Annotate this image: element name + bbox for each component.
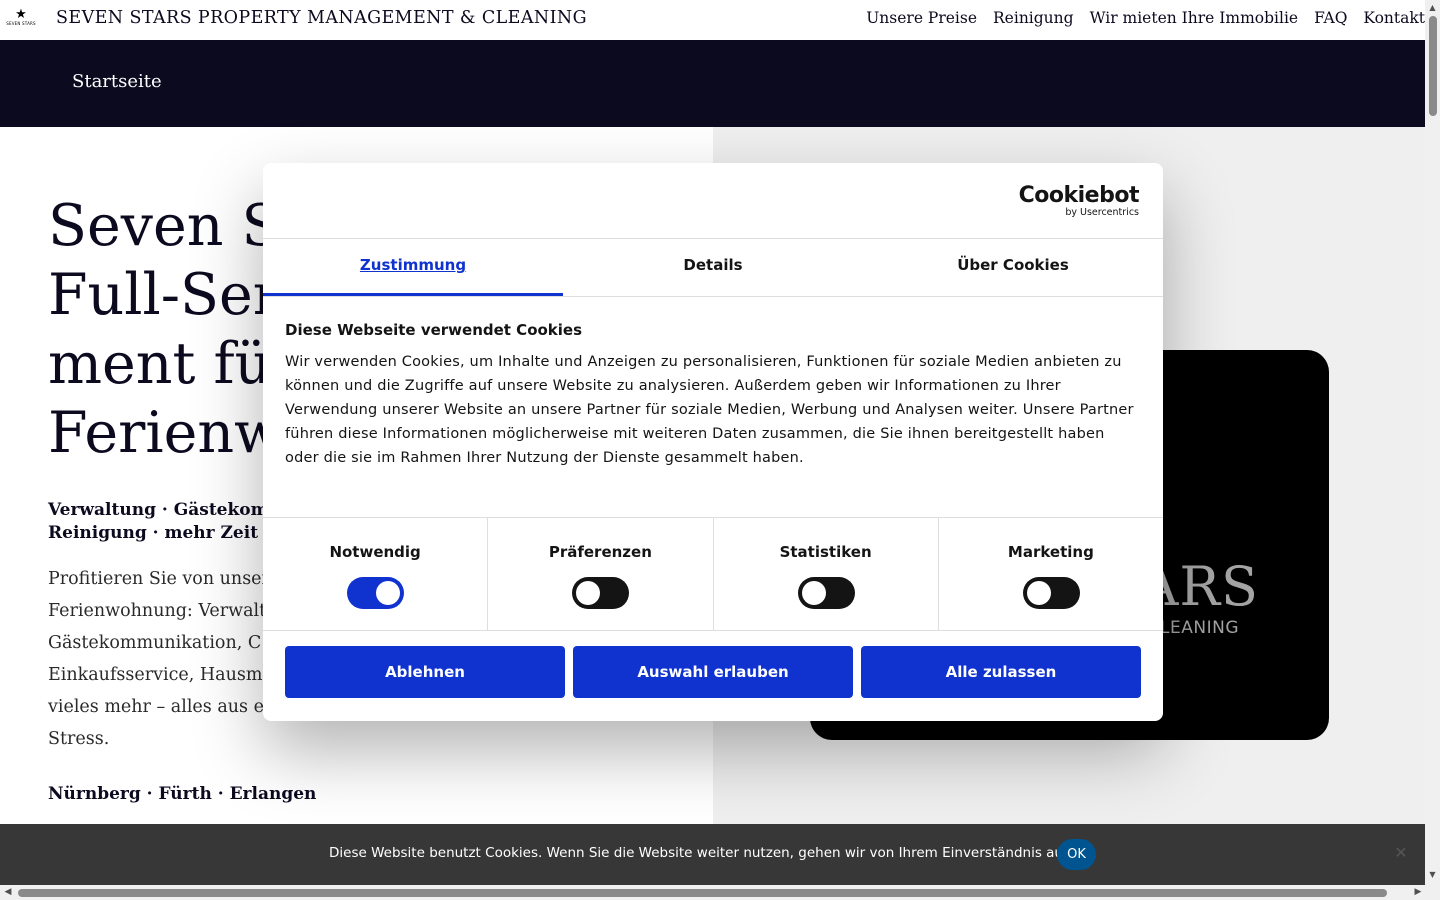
hero-body-line: Profitieren Sie von unser (48, 569, 270, 589)
allow-selection-button[interactable]: Auswahl erlauben (573, 646, 853, 698)
cookie-dialog-tabs: Zustimmung Details Über Cookies (263, 239, 1163, 297)
horizontal-scrollbar[interactable]: ◀ ▶ (0, 885, 1440, 900)
category-label: Marketing (1007, 543, 1094, 561)
site-logo[interactable]: ★ SEVEN STARS (4, 8, 38, 32)
cookie-dialog-text: Wir verwenden Cookies, um Inhalte und An… (285, 354, 1134, 466)
toggle-knob (376, 581, 401, 605)
category-marketing: Marketing (939, 518, 1163, 630)
nav-link-kontakt[interactable]: Kontakt (1363, 9, 1425, 27)
tab-zustimmung[interactable]: Zustimmung (263, 239, 563, 296)
category-notwendig: Notwendig (263, 518, 489, 630)
cookie-categories: Notwendig Präferenzen Statistiken Market… (263, 517, 1163, 631)
scroll-down-arrow-icon[interactable]: ▼ (1425, 869, 1440, 881)
cookie-notice-ok-button[interactable]: OK (1057, 839, 1096, 870)
close-icon[interactable]: ✕ (1392, 843, 1410, 863)
nav-link-preise[interactable]: Unsere Preise (866, 9, 977, 27)
cookiebot-logo[interactable]: Cookiebot by Usercentrics (1018, 183, 1140, 219)
hero-title-line: ment für (48, 331, 299, 397)
logo-text: SEVEN STARS (6, 21, 36, 26)
cookie-notice-text: Diese Website benutzt Cookies. Wenn Sie … (329, 845, 1075, 861)
star-icon: ★ (15, 7, 27, 22)
nav-link-reinigung[interactable]: Reinigung (993, 9, 1074, 27)
hero-cities: Nürnberg · Fürth · Erlangen (48, 784, 317, 804)
allow-all-button[interactable]: Alle zulassen (861, 646, 1141, 698)
category-praeferenzen: Präferenzen (488, 518, 714, 630)
cookie-consent-dialog: Cookiebot by Usercentrics Zustimmung Det… (263, 163, 1163, 721)
cookiebot-logo-subtext: by Usercentrics (1065, 207, 1139, 218)
scroll-left-arrow-icon[interactable]: ◀ (2, 886, 14, 898)
nav-link-faq[interactable]: FAQ (1314, 9, 1347, 27)
hero-body-line: Stress. (48, 729, 110, 749)
vertical-scroll-thumb[interactable] (1429, 16, 1437, 116)
category-label: Notwendig (329, 543, 421, 561)
hero-body-line: Ferienwohnung: Verwalt (48, 601, 267, 621)
sub-nav-band: Startseite (0, 40, 1425, 127)
hero-subtitle-line: Verwaltung · Gästekomm (48, 500, 287, 520)
vertical-scrollbar[interactable]: ▲ ▼ (1425, 0, 1440, 885)
nav-link-mieten[interactable]: Wir mieten Ihre Immobilie (1090, 9, 1299, 27)
cookie-dialog-title: Diese Webseite verwendet Cookies (285, 321, 583, 339)
scroll-up-arrow-icon[interactable]: ▲ (1425, 2, 1440, 14)
cookie-notice-bar: Diese Website benutzt Cookies. Wenn Sie … (0, 824, 1425, 885)
toggle-praeferenzen[interactable] (572, 577, 630, 609)
card-logo-subtext: LEANING (1160, 618, 1239, 638)
toggle-notwendig[interactable] (347, 577, 405, 609)
category-statistiken: Statistiken (714, 518, 939, 630)
toggle-knob (576, 581, 601, 605)
toggle-marketing[interactable] (1022, 577, 1080, 609)
toggle-knob (1026, 581, 1051, 605)
nav-link-startseite[interactable]: Startseite (72, 71, 162, 92)
top-header: ★ SEVEN STARS SEVEN STARS PROPERTY MANAG… (0, 0, 1425, 40)
cookiebot-logo-text: Cookiebot (1018, 183, 1140, 208)
tab-ueber-cookies[interactable]: Über Cookies (863, 239, 1163, 296)
hero-body-line: Gästekommunikation, C (48, 633, 262, 653)
category-label: Statistiken (779, 543, 872, 561)
hero-body-line: Einkaufsservice, Hausm (48, 665, 263, 685)
toggle-statistiken[interactable] (797, 577, 855, 609)
horizontal-scroll-thumb[interactable] (18, 889, 1387, 897)
main-nav: Unsere Preise Reinigung Wir mieten Ihre … (866, 9, 1425, 27)
brand-name[interactable]: SEVEN STARS PROPERTY MANAGEMENT & CLEANI… (56, 8, 587, 28)
tab-details[interactable]: Details (563, 239, 863, 296)
category-label: Präferenzen (548, 543, 652, 561)
cookie-dialog-header: Cookiebot by Usercentrics (263, 163, 1163, 239)
scroll-right-arrow-icon[interactable]: ▶ (1412, 886, 1424, 898)
hero-body-line: vieles mehr – alles aus e (48, 697, 264, 717)
cookie-dialog-buttons: Ablehnen Auswahl erlauben Alle zulassen (285, 646, 1141, 698)
toggle-knob (801, 581, 826, 605)
decline-button[interactable]: Ablehnen (285, 646, 565, 698)
